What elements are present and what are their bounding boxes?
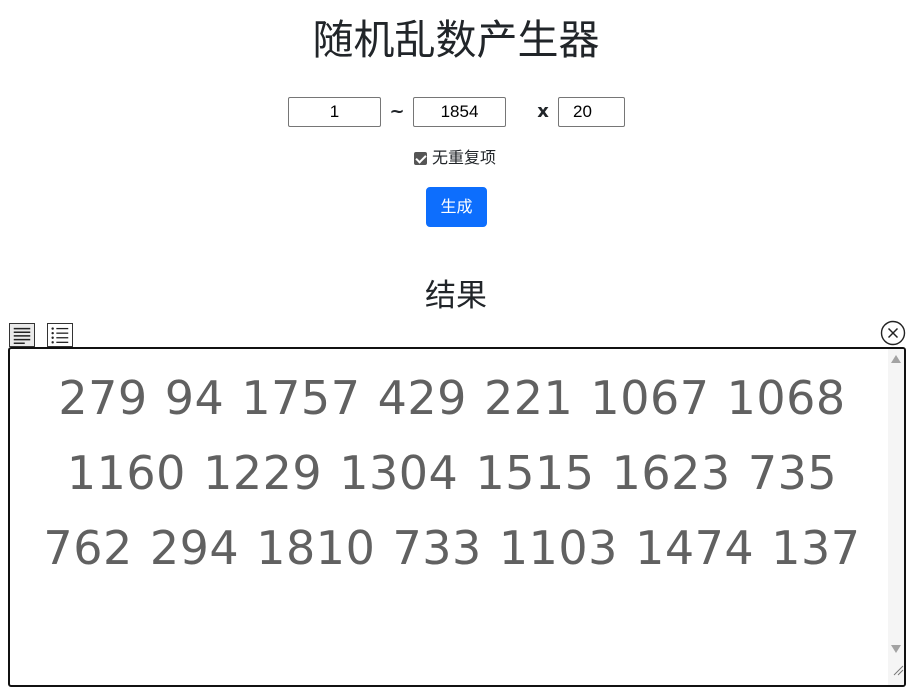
resize-handle-icon[interactable] [890, 662, 904, 676]
count-input[interactable] [558, 97, 625, 127]
unique-option: 无重复项 [414, 148, 496, 168]
unique-label[interactable]: 无重复项 [432, 148, 496, 168]
scroll-down-arrow-icon[interactable] [891, 645, 901, 653]
result-textarea[interactable]: 279 94 1757 429 221 1067 1068 1160 1229 … [8, 347, 906, 687]
range-separator: ~ [389, 101, 405, 122]
unique-checkbox[interactable] [414, 151, 427, 165]
min-input[interactable] [288, 97, 381, 127]
scroll-up-arrow-icon[interactable] [891, 355, 901, 363]
text-view-icon[interactable] [9, 323, 35, 347]
times-symbol: x [537, 101, 549, 122]
list-view-icon[interactable] [47, 323, 73, 347]
page-title: 随机乱数产生器 [312, 16, 600, 64]
max-input[interactable] [413, 97, 506, 127]
generate-button[interactable]: 生成 [426, 187, 487, 227]
range-row: ~ x [0, 97, 912, 129]
result-heading: 结果 [425, 278, 487, 314]
close-circle-icon[interactable] [880, 320, 906, 346]
result-scrollbar[interactable] [888, 349, 904, 685]
result-numbers: 279 94 1757 429 221 1067 1068 1160 1229 … [43, 371, 861, 575]
